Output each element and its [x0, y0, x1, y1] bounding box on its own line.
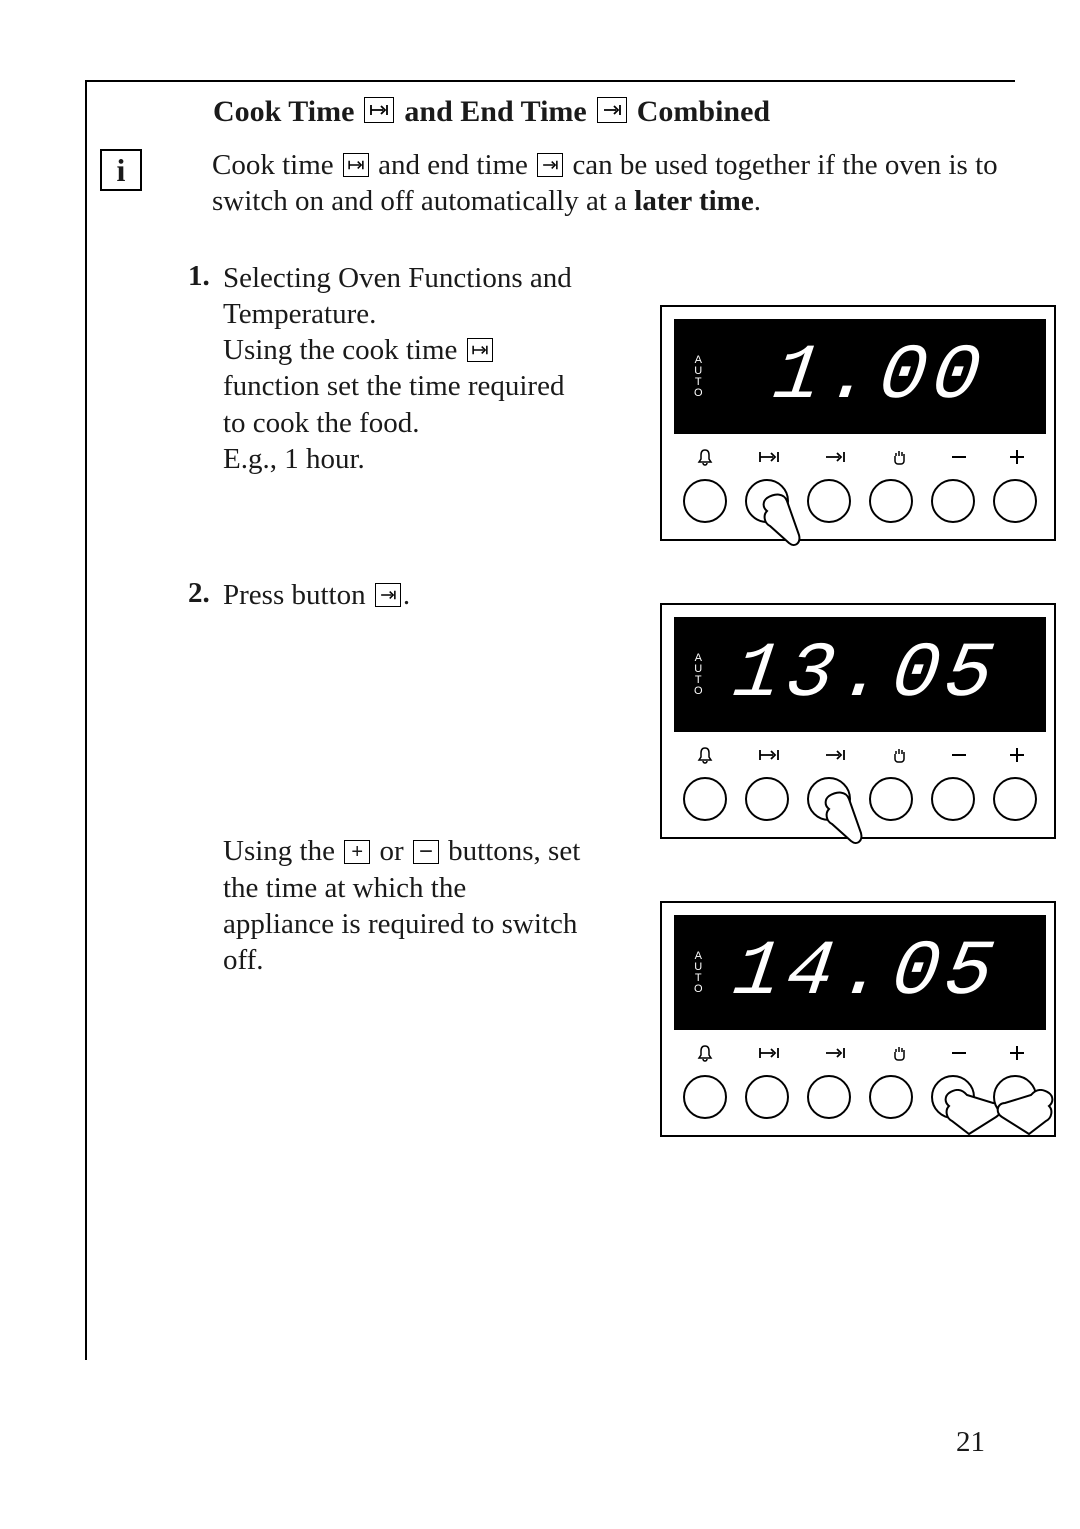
- plus-button[interactable]: [993, 777, 1037, 821]
- hand-icon: [890, 448, 908, 466]
- display-time-2: 13.05: [727, 631, 1003, 719]
- cook-time-button[interactable]: [745, 777, 789, 821]
- oven-display-2: AUTO 13.05: [660, 603, 1056, 839]
- info-row: i Cook time and end time can be used tog…: [100, 147, 1000, 220]
- bell-icon: [696, 448, 714, 466]
- page-number: 21: [956, 1426, 985, 1459]
- end-time-icon: [824, 1046, 846, 1060]
- plus-button[interactable]: [993, 1075, 1037, 1119]
- button-row-2: [674, 777, 1046, 821]
- auto-indicator: AUTO: [694, 355, 704, 399]
- cook-time-button[interactable]: [745, 479, 789, 523]
- cook-time-icon: [343, 153, 369, 177]
- oven-display-1: AUTO 1.00: [660, 305, 1056, 541]
- info-icon: i: [100, 149, 142, 191]
- step-1-number: 1.: [188, 260, 223, 293]
- cook-time-icon: [758, 450, 780, 464]
- page-content: Cook Time and End Time Combined i Cook t…: [100, 95, 1000, 1038]
- plus-icon: [1010, 450, 1024, 464]
- hand-icon: [890, 1044, 908, 1062]
- s1a: Selecting Oven Functions and Temperature…: [223, 262, 572, 330]
- s3b: or: [379, 835, 403, 867]
- heading-part2: and End Time: [404, 95, 586, 129]
- hand-icon: [890, 746, 908, 764]
- minus-button[interactable]: [931, 479, 975, 523]
- heading-part3: Combined: [637, 95, 770, 129]
- minus-icon: [952, 456, 966, 458]
- heading-part1: Cook Time: [213, 95, 354, 129]
- display-screen-3: AUTO 14.05: [674, 915, 1046, 1030]
- display-time-3: 14.05: [727, 929, 1003, 1017]
- minus-icon: [952, 1052, 966, 1054]
- plus-icon: [1010, 748, 1024, 762]
- end-time-button[interactable]: [807, 777, 851, 821]
- step-2-text: Press button .: [223, 577, 583, 613]
- s1c: function set the time required to cook t…: [223, 370, 564, 438]
- display-screen-1: AUTO 1.00: [674, 319, 1046, 434]
- end-time-icon: [824, 748, 846, 762]
- bell-icon: [696, 1044, 714, 1062]
- cook-time-icon: [758, 1046, 780, 1060]
- finger-pointer-icon: [987, 1089, 1057, 1149]
- section-heading: Cook Time and End Time Combined: [213, 95, 1000, 129]
- end-time-icon: [597, 97, 627, 123]
- display-screen-2: AUTO 13.05: [674, 617, 1046, 732]
- oven-display-3: AUTO 14.05: [660, 901, 1056, 1137]
- step-1-text: Selecting Oven Functions and Temperature…: [223, 260, 583, 478]
- cook-time-icon: [364, 97, 394, 123]
- display-time-1: 1.00: [767, 333, 991, 421]
- end-time-icon: [375, 583, 401, 607]
- info-text: Cook time and end time can be used toget…: [212, 147, 1000, 220]
- auto-indicator: AUTO: [694, 653, 704, 697]
- end-time-icon: [824, 450, 846, 464]
- plus-icon: [1010, 1046, 1024, 1060]
- manual-button[interactable]: [869, 1075, 913, 1119]
- end-time-icon: [537, 153, 563, 177]
- info-bold: later time: [634, 185, 753, 217]
- end-time-button[interactable]: [807, 479, 851, 523]
- minus-icon: −: [413, 840, 439, 864]
- minus-button[interactable]: [931, 777, 975, 821]
- icon-row-2: [674, 740, 1046, 770]
- cook-time-button[interactable]: [745, 1075, 789, 1119]
- bell-button[interactable]: [683, 479, 727, 523]
- s2p: .: [403, 579, 410, 611]
- bell-icon: [696, 746, 714, 764]
- s1b: Using the cook time: [223, 334, 457, 366]
- minus-button[interactable]: [931, 1075, 975, 1119]
- end-time-button[interactable]: [807, 1075, 851, 1119]
- info-t1: Cook time: [212, 149, 334, 181]
- plus-icon: +: [344, 840, 370, 864]
- bell-button[interactable]: [683, 1075, 727, 1119]
- info-period: .: [754, 185, 761, 217]
- cook-time-icon: [467, 338, 493, 362]
- cook-time-icon: [758, 748, 780, 762]
- minus-icon: [952, 754, 966, 756]
- s2a: Press button: [223, 579, 366, 611]
- step-2-number: 2.: [188, 577, 223, 610]
- button-row-3: [674, 1075, 1046, 1119]
- manual-button[interactable]: [869, 777, 913, 821]
- icon-row-1: [674, 442, 1046, 472]
- manual-button[interactable]: [869, 479, 913, 523]
- s1d: E.g., 1 hour.: [223, 443, 365, 475]
- step-3-text: Using the + or − buttons, set the time a…: [223, 833, 583, 978]
- s3a: Using the: [223, 835, 335, 867]
- plus-button[interactable]: [993, 479, 1037, 523]
- button-row-1: [674, 479, 1046, 523]
- info-t2: and end time: [378, 149, 528, 181]
- bell-button[interactable]: [683, 777, 727, 821]
- icon-row-3: [674, 1038, 1046, 1068]
- auto-indicator: AUTO: [694, 951, 704, 995]
